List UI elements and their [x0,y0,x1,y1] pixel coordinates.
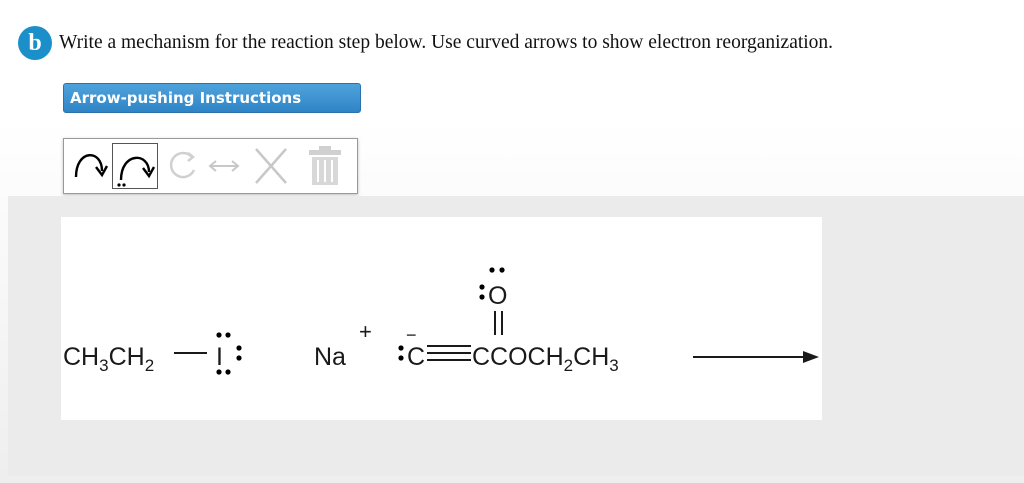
plus-charge: + [359,319,372,344]
double-arrow-icon[interactable] [204,139,244,193]
ester-chain-label: CCOCH2CH3 [472,343,619,375]
arrow-pushing-instructions-button[interactable]: Arrow-pushing Instructions [63,83,361,113]
part-badge: b [18,26,52,60]
reaction-scheme[interactable]: CH3CH2 I Na + − C CCOCH2CH3 O [61,217,822,420]
sodium-label: Na [314,343,346,371]
curved-arrow-icon[interactable] [68,139,110,193]
carbonyl-double-bond [494,311,503,335]
curved-arrow-lone-pair-icon[interactable] [112,143,158,189]
trash-icon[interactable] [302,139,348,193]
question-header: b Write a mechanism for the reaction ste… [18,25,833,61]
ethyl-group-label: CH3CH2 [63,343,154,375]
iodine-label: I [216,343,223,371]
carbanion-lone-pair [398,345,404,361]
triple-bond [427,345,471,361]
carbanion-label: C [407,343,425,371]
oxygen-label: O [488,282,507,310]
reaction-arrow [693,351,819,363]
question-text: Write a mechanism for the reaction step … [59,32,834,53]
circular-arrow-icon[interactable] [162,139,202,193]
close-icon[interactable] [248,139,294,193]
minus-charge: − [406,325,417,345]
drawing-toolbar [63,138,358,194]
